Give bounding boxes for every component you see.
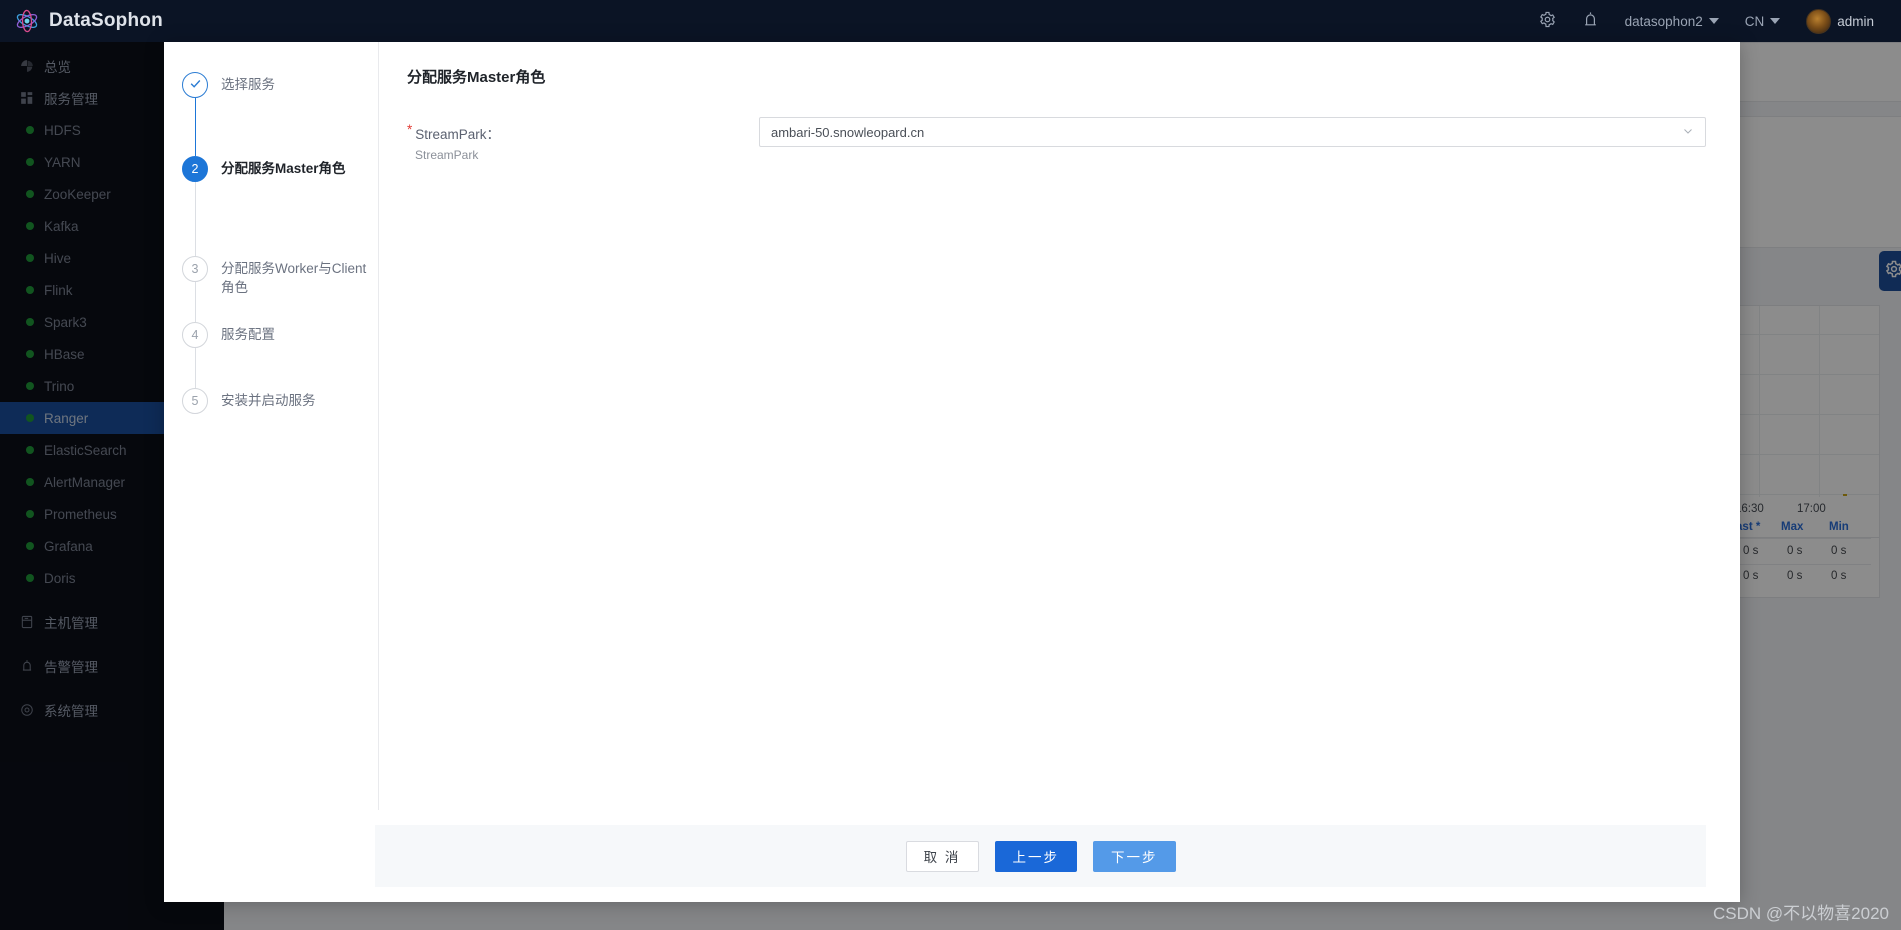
select-value: ambari-50.snowleopard.cn (771, 124, 925, 140)
footer-button-band: 取 消 上一步 下一步 (375, 825, 1706, 887)
brand[interactable]: DataSophon (0, 0, 224, 42)
form-heading: 分配服务Master角色 (407, 69, 546, 86)
top-bar-right: datasophon2 CN admin (1526, 0, 1901, 42)
form-label-text: StreamPark： (415, 127, 501, 142)
form-sublabel: StreamPark (415, 148, 479, 162)
wizard-steps: 选择服务 2 分配服务Master角色 3 分配服务Worker与Client角… (164, 42, 379, 810)
wizard-form: 分配服务Master角色 * StreamPark： StreamPark am… (379, 42, 1740, 810)
wizard-step-5[interactable]: 5 安装并启动服务 (182, 388, 378, 428)
cluster-selector[interactable]: datasophon2 (1612, 0, 1732, 42)
check-icon (189, 77, 202, 93)
step-1-circle (182, 72, 208, 98)
modal-body: 选择服务 2 分配服务Master角色 3 分配服务Worker与Client角… (164, 42, 1740, 810)
wizard-step-3[interactable]: 3 分配服务Worker与Client角色 (182, 256, 378, 322)
step-4-label: 服务配置 (221, 327, 275, 342)
step-2-circle: 2 (182, 156, 208, 182)
step-1-label: 选择服务 (221, 77, 275, 92)
chevron-down-icon (1770, 18, 1781, 24)
screen-root: 16:30 17:00 Last * Max Min 0 s 0 s 0 s 0… (0, 0, 1901, 930)
step-5-circle: 5 (182, 388, 208, 414)
step-4-circle: 4 (182, 322, 208, 348)
user-name: admin (1837, 13, 1874, 29)
bell-alarm-icon (1582, 11, 1599, 31)
form-row-streampark: * StreamPark： StreamPark ambari-50.snowl… (407, 117, 1706, 162)
top-bar: DataSophon datasophon2 CN admin (0, 0, 1901, 42)
cancel-button[interactable]: 取 消 (905, 840, 979, 872)
avatar (1806, 8, 1832, 34)
logo-icon (14, 8, 40, 34)
language-selector[interactable]: CN (1732, 0, 1794, 42)
next-step-button[interactable]: 下一步 (1093, 840, 1176, 872)
user-menu[interactable]: admin (1793, 0, 1887, 42)
modal-footer: 取 消 上一步 下一步 (164, 810, 1740, 902)
required-asterisk: * (407, 122, 413, 137)
watermark: CSDN @不以物喜2020 (1713, 904, 1889, 923)
chevron-down-icon (1708, 18, 1719, 24)
wizard-step-4[interactable]: 4 服务配置 (182, 322, 378, 388)
install-wizard-modal: 选择服务 2 分配服务Master角色 3 分配服务Worker与Client角… (164, 42, 1740, 902)
step-2-label: 分配服务Master角色 (221, 161, 346, 176)
previous-step-button[interactable]: 上一步 (994, 840, 1077, 872)
step-3-label: 分配服务Worker与Client角色 (221, 261, 367, 295)
language-label: CN (1744, 13, 1765, 29)
brand-title: DataSophon (49, 10, 163, 31)
alarm-button[interactable] (1569, 0, 1612, 42)
form-label-block: * StreamPark： StreamPark (407, 117, 759, 162)
gear-icon (1539, 11, 1556, 31)
settings-button[interactable] (1526, 0, 1569, 42)
wizard-step-1[interactable]: 选择服务 (182, 72, 378, 156)
step-5-label: 安装并启动服务 (221, 393, 316, 408)
streampark-host-select[interactable]: ambari-50.snowleopard.cn (759, 117, 1706, 147)
step-3-circle: 3 (182, 256, 208, 282)
cluster-label: datasophon2 (1624, 13, 1703, 29)
chevron-down-icon (1682, 125, 1694, 140)
wizard-step-2[interactable]: 2 分配服务Master角色 (182, 156, 378, 256)
